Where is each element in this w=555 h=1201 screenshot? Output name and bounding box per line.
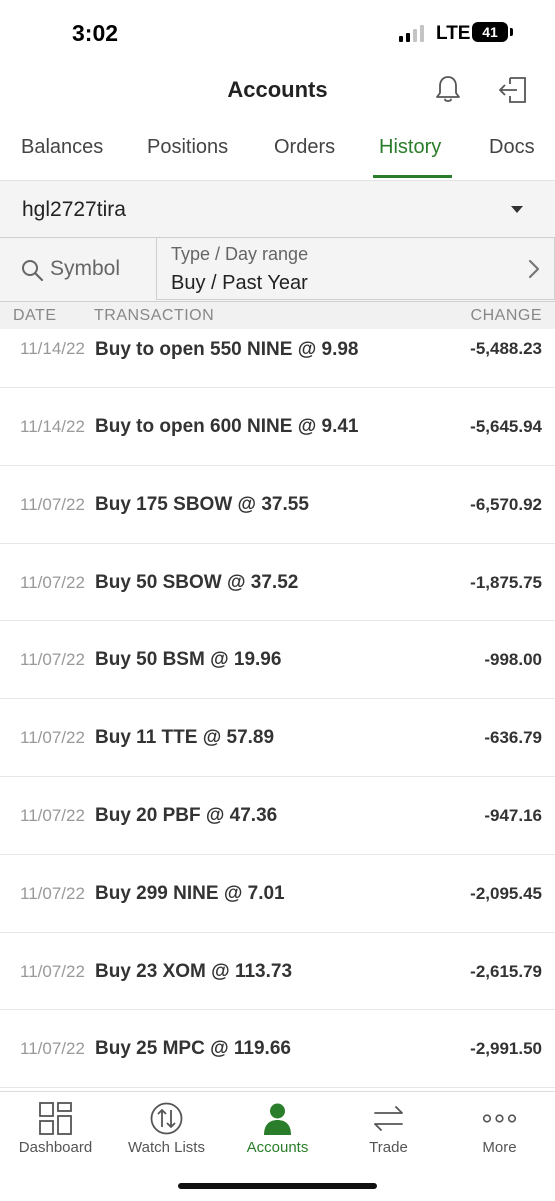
table-row[interactable]: 11/07/22 Buy 50 BSM @ 19.96 -998.00	[0, 621, 555, 700]
table-row[interactable]: 11/07/22 Buy 20 PBF @ 47.36 -947.16	[0, 777, 555, 855]
table-row[interactable]: 11/07/22 Buy 50 SBOW @ 37.52 -1,875.75	[0, 544, 555, 622]
status-time: 3:02	[72, 20, 119, 46]
more-icon	[482, 1114, 517, 1123]
transaction-list: 11/14/22 Buy to open 550 NINE @ 9.98 -5,…	[0, 329, 555, 1091]
active-tab-indicator	[373, 175, 452, 178]
nav-watch-lists[interactable]: Watch Lists	[111, 1092, 222, 1162]
transaction-date: 11/07/22	[20, 728, 85, 748]
transaction-description: Buy to open 600 NINE @ 9.41	[95, 416, 359, 437]
transaction-change: -5,488.23	[470, 339, 542, 358]
date-column-header: DATE	[13, 307, 57, 324]
tab-balances[interactable]: Balances	[21, 136, 103, 159]
transaction-column-header: TRANSACTION	[94, 307, 215, 324]
nav-accounts[interactable]: Accounts	[222, 1092, 333, 1162]
logout-icon[interactable]	[497, 74, 529, 106]
transaction-description: Buy 175 SBOW @ 37.55	[95, 493, 309, 515]
transaction-change: -2,095.45	[470, 883, 542, 903]
transaction-date: 11/07/22	[20, 805, 85, 825]
tab-docs[interactable]: Docs	[489, 136, 535, 159]
signal-icon	[399, 25, 424, 42]
status-bar: 3:02 LTE 41	[0, 0, 555, 66]
symbol-search-button[interactable]: Symbol	[0, 238, 156, 301]
table-row[interactable]: 11/07/22 Buy 23 XOM @ 113.73 -2,615.79	[0, 933, 555, 1011]
nav-dashboard[interactable]: Dashboard	[0, 1092, 111, 1162]
transaction-date: 11/07/22	[20, 1039, 85, 1059]
app-header: Accounts	[0, 66, 555, 119]
transaction-description: Buy 20 PBF @ 47.36	[95, 804, 278, 826]
transaction-description: Buy to open 550 NINE @ 9.98	[95, 339, 359, 360]
nav-label-trade: Trade	[369, 1139, 408, 1156]
nav-label-watch-lists: Watch Lists	[128, 1139, 205, 1156]
transaction-description: Buy 25 MPC @ 119.66	[95, 1038, 291, 1060]
transaction-description: Buy 11 TTE @ 57.89	[95, 727, 275, 749]
accounts-icon	[264, 1103, 291, 1135]
table-row[interactable]: 11/07/22 Buy 25 MPC @ 119.66 -2,991.50	[0, 1010, 555, 1089]
nav-label-dashboard: Dashboard	[18, 1139, 93, 1156]
transaction-change: -947.16	[484, 805, 542, 825]
type-day-range-label: Type / Day range	[171, 244, 309, 264]
page-title: Accounts	[227, 77, 328, 102]
account-tabs: Balances Positions Orders History Docs	[0, 118, 555, 181]
bell-icon[interactable]	[434, 74, 462, 104]
type-day-range-value: Buy / Past Year	[171, 272, 308, 294]
transaction-date: 11/07/22	[20, 572, 85, 592]
table-row[interactable]: 11/07/22 Buy 175 SBOW @ 37.55 -6,570.92	[0, 466, 555, 544]
watch-lists-icon	[150, 1102, 183, 1135]
battery-icon: 41	[472, 22, 508, 42]
table-row[interactable]: 11/14/22 Buy to open 600 NINE @ 9.41 -5,…	[0, 388, 555, 466]
table-row[interactable]: 11/07/22 Buy 299 NINE @ 7.01 -2,095.45	[0, 855, 555, 933]
transaction-description: Buy 23 XOM @ 113.73	[95, 960, 293, 982]
tab-orders[interactable]: Orders	[274, 136, 335, 159]
transaction-date: 11/14/22	[20, 417, 85, 436]
account-selector[interactable]: hgl2727tira	[0, 181, 555, 238]
tab-history[interactable]: History	[379, 136, 441, 159]
nav-label-more: More	[482, 1139, 517, 1156]
network-label: LTE	[436, 23, 471, 44]
transaction-change: -998.00	[484, 650, 542, 670]
transaction-description: Buy 50 SBOW @ 37.52	[95, 571, 299, 593]
transaction-change: -636.79	[484, 728, 542, 748]
transaction-date: 11/07/22	[20, 883, 85, 903]
home-indicator	[178, 1183, 377, 1189]
nav-more[interactable]: More	[444, 1092, 555, 1162]
transaction-change: -6,570.92	[470, 494, 542, 514]
transaction-date: 11/07/22	[20, 494, 85, 514]
transaction-change: -1,875.75	[470, 572, 542, 592]
transaction-change: -5,645.94	[470, 417, 542, 436]
search-icon	[22, 260, 44, 282]
trade-icon	[374, 1106, 403, 1131]
account-name: hgl2727tira	[22, 198, 126, 221]
tab-positions[interactable]: Positions	[147, 136, 228, 159]
dashboard-icon	[39, 1102, 72, 1135]
transaction-change: -2,615.79	[470, 961, 542, 981]
filter-bar: Symbol Type / Day range Buy / Past Year	[0, 238, 555, 302]
transaction-date: 11/07/22	[20, 961, 85, 981]
nav-label-accounts: Accounts	[246, 1139, 309, 1156]
transaction-change: -2,991.50	[470, 1039, 542, 1059]
battery-tip	[510, 28, 513, 36]
type-day-range-selector[interactable]: Type / Day range Buy / Past Year	[156, 238, 555, 300]
symbol-label: Symbol	[50, 257, 121, 280]
transaction-date: 11/14/22	[20, 339, 85, 358]
change-column-header: CHANGE	[470, 307, 542, 324]
table-row[interactable]: 11/07/22 Buy 11 TTE @ 57.89 -636.79	[0, 699, 555, 777]
transaction-description: Buy 50 BSM @ 19.96	[95, 649, 282, 671]
transaction-date: 11/07/22	[20, 650, 85, 670]
chevron-right-icon	[528, 259, 540, 279]
nav-trade[interactable]: Trade	[333, 1092, 444, 1162]
transaction-description: Buy 299 NINE @ 7.01	[95, 882, 285, 904]
caret-down-icon	[511, 206, 523, 213]
column-headers: DATE TRANSACTION CHANGE	[0, 302, 555, 329]
table-row[interactable]: 11/14/22 Buy to open 550 NINE @ 9.98 -5,…	[0, 329, 555, 388]
